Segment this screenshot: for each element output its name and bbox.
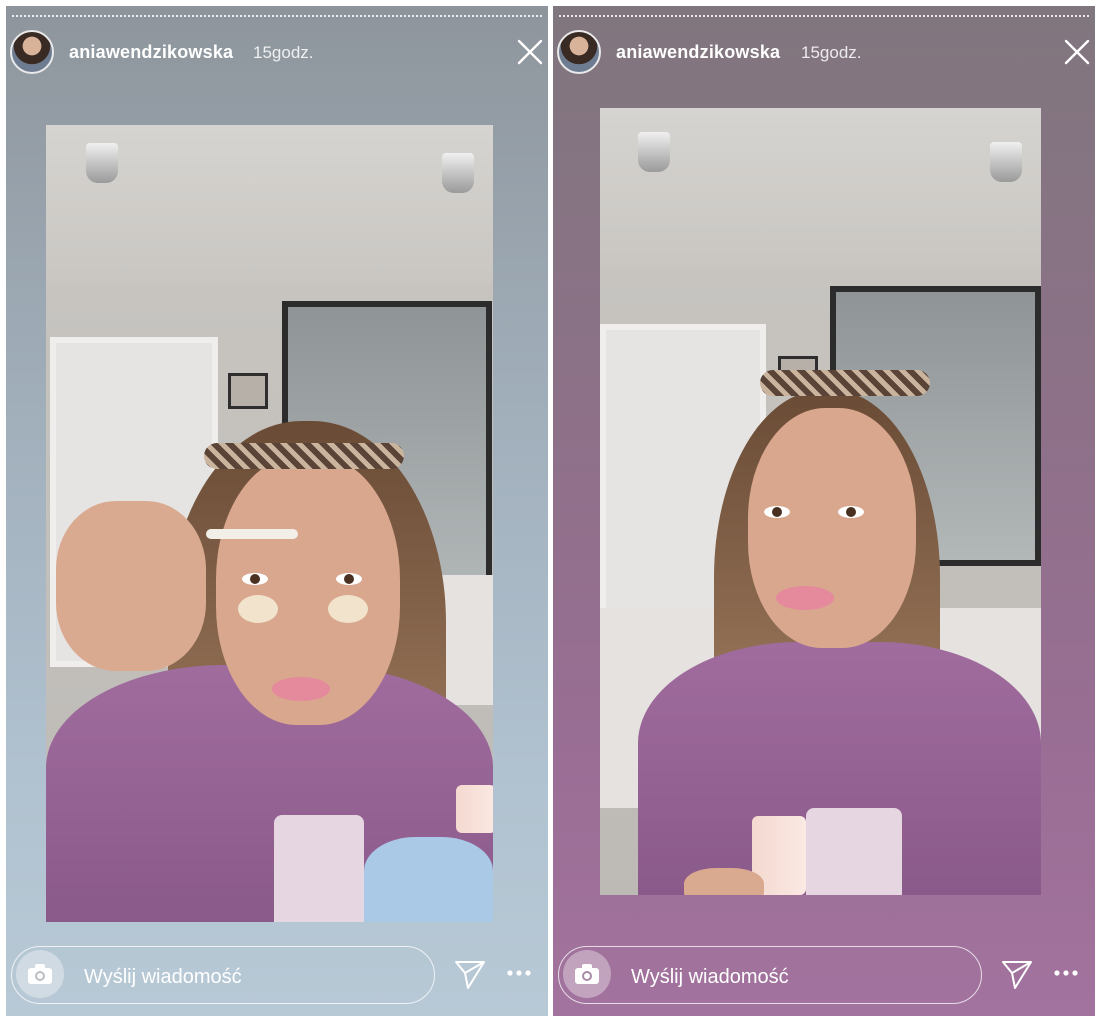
story-photo — [600, 108, 1041, 895]
more-icon[interactable] — [1053, 966, 1079, 980]
avatar[interactable] — [10, 30, 54, 74]
story-header: aniawendzikowska 15godz. — [553, 28, 1095, 76]
send-icon[interactable] — [454, 958, 486, 990]
story-viewer-right[interactable]: aniawendzikowska 15godz. Wyślij wiadomoś… — [553, 6, 1095, 1016]
close-icon[interactable] — [516, 38, 544, 66]
story-progress-bar — [559, 15, 1089, 18]
story-timestamp: 15godz. — [253, 43, 314, 62]
username[interactable]: aniawendzikowska — [616, 42, 780, 63]
camera-icon[interactable] — [563, 950, 611, 998]
message-placeholder: Wyślij wiadomość — [631, 966, 789, 988]
message-input[interactable]: Wyślij wiadomość — [558, 946, 982, 1004]
send-icon[interactable] — [1001, 958, 1033, 990]
more-icon[interactable] — [506, 966, 532, 980]
story-header: aniawendzikowska 15godz. — [6, 28, 548, 76]
message-input[interactable]: Wyślij wiadomość — [11, 946, 435, 1004]
message-placeholder: Wyślij wiadomość — [84, 966, 242, 988]
story-photo — [46, 125, 493, 922]
person — [46, 125, 493, 922]
story-progress-bar — [12, 15, 542, 18]
story-viewer-left[interactable]: aniawendzikowska 15godz. Wyślij wiadomoś… — [6, 6, 548, 1016]
story-timestamp: 15godz. — [801, 43, 862, 62]
username[interactable]: aniawendzikowska — [69, 42, 233, 63]
camera-icon[interactable] — [16, 950, 64, 998]
person — [600, 108, 1041, 895]
story-footer: Wyślij wiadomość — [553, 944, 1095, 1008]
avatar[interactable] — [557, 30, 601, 74]
close-icon[interactable] — [1063, 38, 1091, 66]
story-footer: Wyślij wiadomość — [6, 944, 548, 1008]
